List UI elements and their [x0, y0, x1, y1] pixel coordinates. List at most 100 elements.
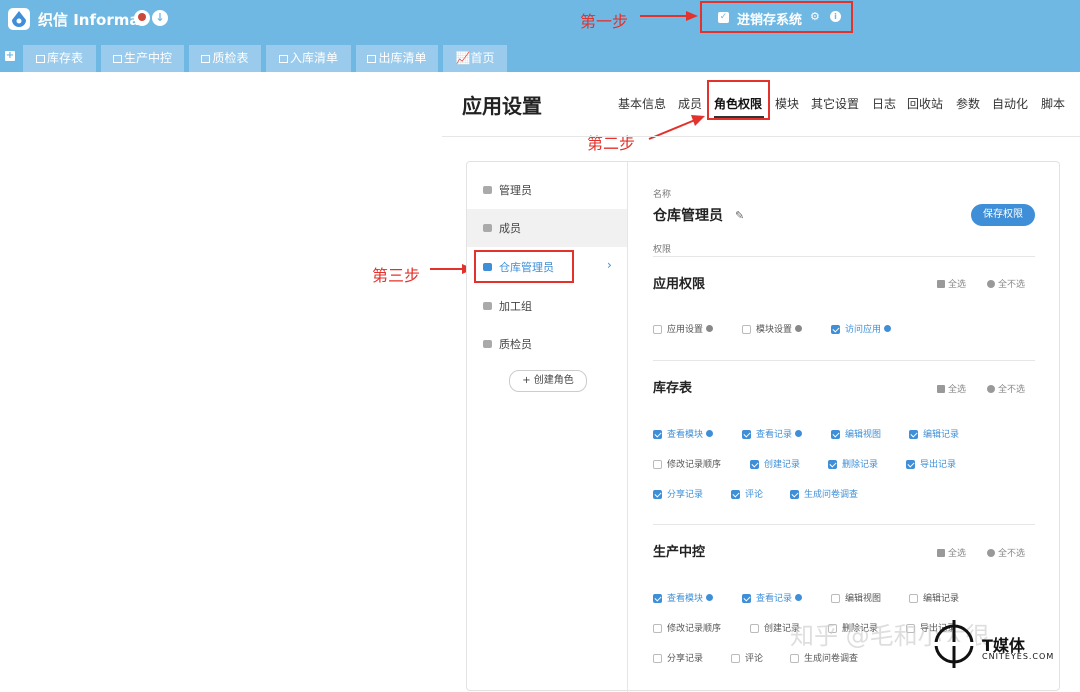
role-item-admin[interactable]: 管理员	[467, 171, 627, 209]
checkbox[interactable]	[731, 654, 740, 663]
app-title[interactable]: 进销存系统	[737, 9, 802, 28]
tab-outbound[interactable]: 出库清单	[356, 45, 438, 72]
create-role-button[interactable]: + 创建角色	[509, 370, 587, 392]
perm-share-records[interactable]: 分享记录	[653, 651, 703, 664]
gear-icon[interactable]: ⚙	[810, 10, 820, 23]
checkbox[interactable]	[790, 654, 799, 663]
annotation-step1: 第一步	[580, 12, 629, 31]
perm-label: 导出记录	[920, 460, 957, 470]
nav-basic-info[interactable]: 基本信息	[618, 95, 666, 112]
perm-label: 查看记录	[756, 430, 793, 440]
checkbox[interactable]	[790, 490, 799, 499]
nav-automation[interactable]: 自动化	[992, 95, 1028, 112]
perm-edit-records[interactable]: 编辑记录	[909, 591, 959, 604]
perm-app-settings[interactable]: 应用设置	[653, 322, 714, 335]
select-none-button[interactable]: 全不选	[987, 277, 1025, 290]
tab-qc[interactable]: 质检表	[189, 45, 261, 72]
arrow-step2	[648, 115, 705, 140]
checkbox[interactable]	[831, 594, 840, 603]
checkbox[interactable]	[742, 594, 751, 603]
tab-inventory[interactable]: 库存表	[23, 45, 96, 72]
checkbox[interactable]	[653, 430, 662, 439]
nav-logs[interactable]: 日志	[872, 95, 896, 112]
checkbox[interactable]	[653, 325, 662, 334]
select-none-button[interactable]: 全不选	[987, 382, 1025, 395]
perm-edit-view[interactable]: 编辑视图	[831, 591, 881, 604]
role-item-processing[interactable]: 加工组	[467, 287, 627, 325]
app-logo-icon[interactable]	[8, 8, 30, 30]
checkbox[interactable]	[909, 430, 918, 439]
perm-reorder-records[interactable]: 修改记录顺序	[653, 457, 721, 470]
close-icon	[987, 549, 995, 557]
perm-comment[interactable]: 评论	[731, 651, 763, 664]
info-icon	[795, 325, 803, 332]
perm-view-module[interactable]: 查看模块	[653, 427, 714, 440]
nav-params[interactable]: 参数	[956, 95, 980, 112]
close-icon	[987, 385, 995, 393]
table-icon	[367, 55, 377, 63]
section-title-inventory: 库存表	[653, 381, 693, 396]
users-icon	[483, 340, 492, 348]
perm-export-records[interactable]: 导出记录	[906, 457, 956, 470]
perm-survey[interactable]: 生成问卷调查	[790, 487, 858, 500]
perm-access-app[interactable]: 访问应用	[831, 322, 892, 335]
user-avatar[interactable]	[134, 10, 150, 26]
watermark-logo-icon	[932, 620, 976, 668]
checkbox[interactable]	[653, 624, 662, 633]
checkbox[interactable]	[750, 460, 759, 469]
checkbox[interactable]	[731, 490, 740, 499]
checkbox[interactable]	[653, 594, 662, 603]
perm-create-records[interactable]: 创建记录	[750, 457, 800, 470]
checkbox[interactable]	[750, 624, 759, 633]
perm-comment[interactable]: 评论	[731, 487, 763, 500]
add-tab-icon[interactable]: +	[5, 51, 15, 61]
checkbox[interactable]	[828, 460, 837, 469]
tab-inbound[interactable]: 入库清单	[266, 45, 351, 72]
perm-edit-view[interactable]: 编辑视图	[831, 427, 881, 440]
edit-icon[interactable]: ✎	[735, 209, 744, 222]
perm-view-records[interactable]: 查看记录	[742, 427, 803, 440]
perm-label: 删除记录	[842, 460, 879, 470]
perm-view-module[interactable]: 查看模块	[653, 591, 714, 604]
save-permissions-button[interactable]: 保存权限	[971, 204, 1035, 226]
perm-reorder-records[interactable]: 修改记录顺序	[653, 621, 721, 634]
info-icon[interactable]: i	[830, 11, 841, 22]
perm-label: 修改记录顺序	[667, 624, 722, 634]
checkbox[interactable]	[831, 430, 840, 439]
checkbox[interactable]	[653, 654, 662, 663]
nav-other-settings[interactable]: 其它设置	[811, 95, 859, 112]
role-item-member[interactable]: 成员	[467, 209, 627, 247]
app-title-highlight[interactable]: ✓ 进销存系统 ⚙ i	[700, 1, 853, 33]
perm-delete-records[interactable]: 删除记录	[828, 457, 878, 470]
perm-view-records[interactable]: 查看记录	[742, 591, 803, 604]
perm-edit-records[interactable]: 编辑记录	[909, 427, 959, 440]
nav-scripts[interactable]: 脚本	[1041, 95, 1065, 112]
info-icon	[795, 430, 803, 437]
perm-label: 编辑视图	[845, 430, 882, 440]
checkbox[interactable]	[906, 460, 915, 469]
perm-survey[interactable]: 生成问卷调查	[790, 651, 858, 664]
tab-production[interactable]: 生产中控	[101, 45, 184, 72]
nav-modules[interactable]: 模块	[775, 95, 799, 112]
perm-module-settings[interactable]: 模块设置	[742, 322, 803, 335]
role-label: 加工组	[499, 300, 532, 313]
tab-home[interactable]: 📈首页	[443, 45, 507, 72]
checkbox[interactable]	[653, 460, 662, 469]
nav-recycle-bin[interactable]: 回收站	[907, 95, 943, 112]
role-item-inspector[interactable]: 质检员	[467, 325, 627, 363]
select-all-button[interactable]: 全选	[937, 546, 966, 559]
checkbox[interactable]	[909, 594, 918, 603]
checkbox[interactable]	[742, 430, 751, 439]
select-all-button[interactable]: 全选	[937, 277, 966, 290]
checkbox[interactable]	[831, 325, 840, 334]
perm-share-records[interactable]: 分享记录	[653, 487, 703, 500]
download-icon[interactable]: ↓	[152, 10, 168, 26]
checkbox[interactable]	[653, 490, 662, 499]
info-icon	[706, 430, 714, 437]
select-none-button[interactable]: 全不选	[987, 546, 1025, 559]
lock-icon	[483, 186, 492, 194]
checkbox[interactable]	[742, 325, 751, 334]
select-all-button[interactable]: 全选	[937, 382, 966, 395]
nav-members[interactable]: 成员	[678, 95, 702, 112]
select-none-label: 全不选	[998, 280, 1026, 290]
